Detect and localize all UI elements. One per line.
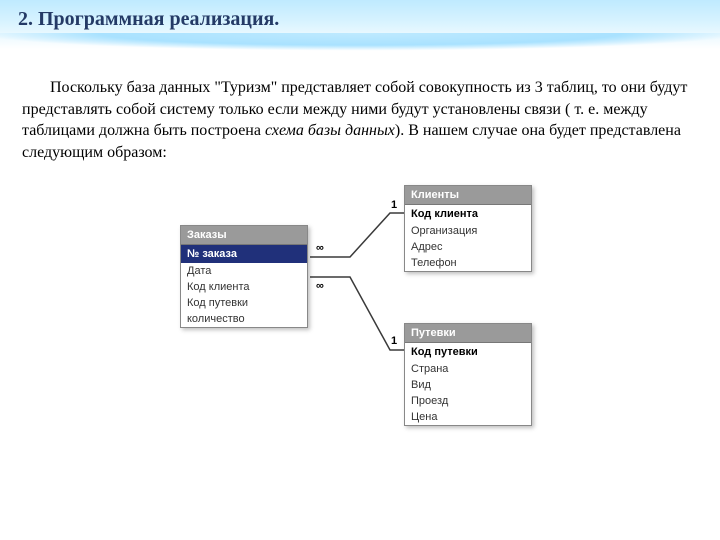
body-paragraph: Поскольку база данных "Туризм" представл… (0, 49, 720, 163)
table-clients: Клиенты Код клиента Организация Адрес Те… (404, 185, 532, 272)
table-row: Цена (405, 409, 531, 425)
table-row: Вид (405, 377, 531, 393)
table-orders-pk: № заказа (181, 245, 307, 263)
table-row: Организация (405, 223, 531, 239)
table-row: Проезд (405, 393, 531, 409)
db-schema-diagram: 1 ∞ ∞ 1 Заказы № заказа Дата Код клиента… (120, 185, 600, 485)
rel-one-top: 1 (390, 199, 398, 211)
table-orders: Заказы № заказа Дата Код клиента Код пут… (180, 225, 308, 328)
table-tours-title: Путевки (405, 324, 531, 343)
table-orders-title: Заказы (181, 226, 307, 245)
slide-title: 2. Программная реализация. (18, 8, 702, 31)
para-text-italic: схема базы данных (265, 122, 395, 139)
table-row: Адрес (405, 239, 531, 255)
table-row: Дата (181, 263, 307, 279)
table-row: Страна (405, 361, 531, 377)
table-tours: Путевки Код путевки Страна Вид Проезд Це… (404, 323, 532, 426)
rel-one-bottom: 1 (390, 335, 398, 347)
table-clients-pk: Код клиента (405, 205, 531, 223)
rel-many-top: ∞ (315, 242, 325, 254)
table-row: Телефон (405, 255, 531, 271)
slide-header: 2. Программная реализация. (0, 0, 720, 49)
table-clients-title: Клиенты (405, 186, 531, 205)
table-row: количество (181, 311, 307, 327)
table-tours-pk: Код путевки (405, 343, 531, 361)
table-row: Код путевки (181, 295, 307, 311)
table-row: Код клиента (181, 279, 307, 295)
rel-many-bottom: ∞ (315, 280, 325, 292)
